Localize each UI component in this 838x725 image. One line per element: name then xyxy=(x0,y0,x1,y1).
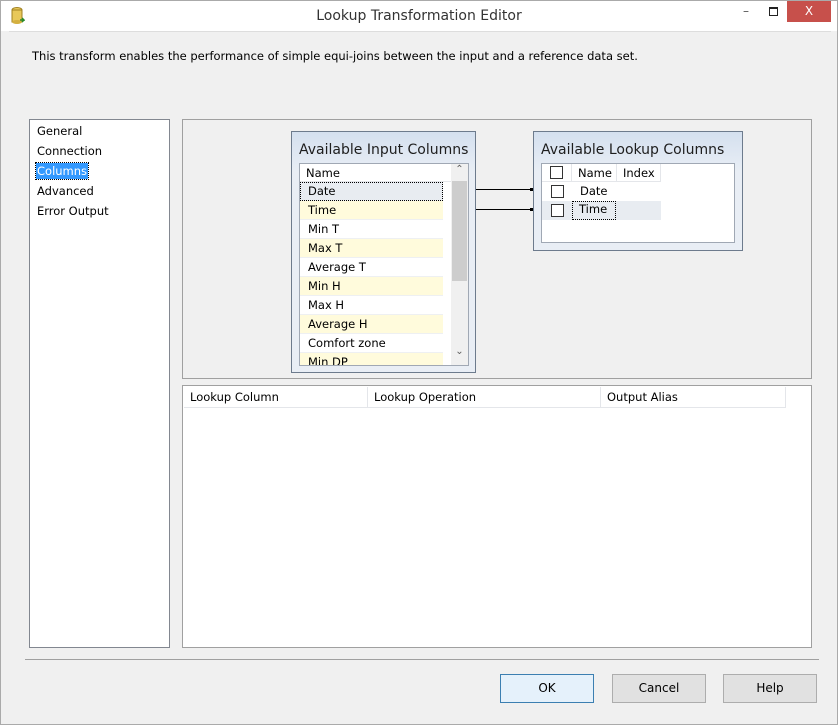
lookup-output-grid: Lookup Column Lookup Operation Output Al… xyxy=(182,385,812,648)
window-title: Lookup Transformation Editor xyxy=(316,8,522,24)
description-text: This transform enables the performance o… xyxy=(32,49,638,63)
lookup-date-checkbox[interactable] xyxy=(551,185,564,198)
input-row-max-h[interactable]: Max H xyxy=(300,296,443,315)
input-list-scrollbar[interactable]: ⌃ ⌄ xyxy=(451,164,468,365)
maximize-button[interactable] xyxy=(769,7,778,16)
input-row-min-t[interactable]: Min T xyxy=(300,220,443,239)
title-bar: Lookup Transformation Editor – X xyxy=(1,1,837,31)
input-columns-title: Available Input Columns xyxy=(299,142,469,158)
lookup-columns-title: Available Lookup Columns xyxy=(541,142,725,158)
input-columns-list: Name Date Time Min T Max T Average T Min… xyxy=(299,163,469,366)
nav-item-general[interactable]: General xyxy=(36,123,83,139)
scroll-down-arrow-icon[interactable]: ⌄ xyxy=(451,346,468,363)
input-row-max-t[interactable]: Max T xyxy=(300,239,443,258)
available-input-columns-box: Available Input Columns Name Date Time M… xyxy=(291,131,476,373)
input-row-time[interactable]: Time xyxy=(300,201,443,220)
available-lookup-columns-box: Available Lookup Columns Name Index Date… xyxy=(533,131,743,251)
nav-item-error-output[interactable]: Error Output xyxy=(36,203,110,219)
cancel-button[interactable]: Cancel xyxy=(612,674,706,703)
nav-item-columns[interactable]: Columns xyxy=(34,162,90,180)
input-row-average-h[interactable]: Average H xyxy=(300,315,443,334)
nav-item-connection[interactable]: Connection xyxy=(36,143,103,159)
input-row-min-dp[interactable]: Min DP xyxy=(300,353,443,365)
ok-button[interactable]: OK xyxy=(500,674,594,703)
input-row-min-h[interactable]: Min H xyxy=(300,277,443,296)
mapping-line-date[interactable] xyxy=(476,189,532,190)
grid-header-lookup-column[interactable]: Lookup Column xyxy=(184,387,368,408)
input-row-comfort-zone[interactable]: Comfort zone xyxy=(300,334,443,353)
lookup-index-header[interactable]: Index xyxy=(617,164,661,182)
lookup-time-checkbox[interactable] xyxy=(551,204,564,217)
input-row-average-t[interactable]: Average T xyxy=(300,258,443,277)
mapping-line-time[interactable] xyxy=(476,209,532,210)
select-all-checkbox[interactable] xyxy=(550,166,563,179)
lookup-columns-list: Name Index Date Time xyxy=(541,163,735,243)
grid-header-output-alias[interactable]: Output Alias xyxy=(601,387,786,408)
minimize-button[interactable]: – xyxy=(743,4,753,18)
lookup-row-time[interactable]: Time xyxy=(572,201,616,220)
input-name-header[interactable]: Name xyxy=(300,164,451,182)
lookup-row-date[interactable]: Date xyxy=(572,182,617,201)
lookup-name-header[interactable]: Name xyxy=(572,164,617,182)
help-button[interactable]: Help xyxy=(723,674,817,703)
select-all-header[interactable] xyxy=(542,164,572,182)
scrollbar-thumb[interactable] xyxy=(452,181,467,281)
scroll-up-arrow-icon[interactable]: ⌃ xyxy=(451,164,468,181)
close-button[interactable]: X xyxy=(787,1,831,22)
input-row-date[interactable]: Date xyxy=(300,182,443,201)
page-navigation-list: General Connection Columns Advanced Erro… xyxy=(29,119,170,648)
divider xyxy=(25,659,819,660)
nav-item-advanced[interactable]: Advanced xyxy=(36,183,95,199)
grid-header-lookup-operation[interactable]: Lookup Operation xyxy=(368,387,601,408)
lookup-transformation-editor-window: Lookup Transformation Editor – X This tr… xyxy=(0,0,838,725)
